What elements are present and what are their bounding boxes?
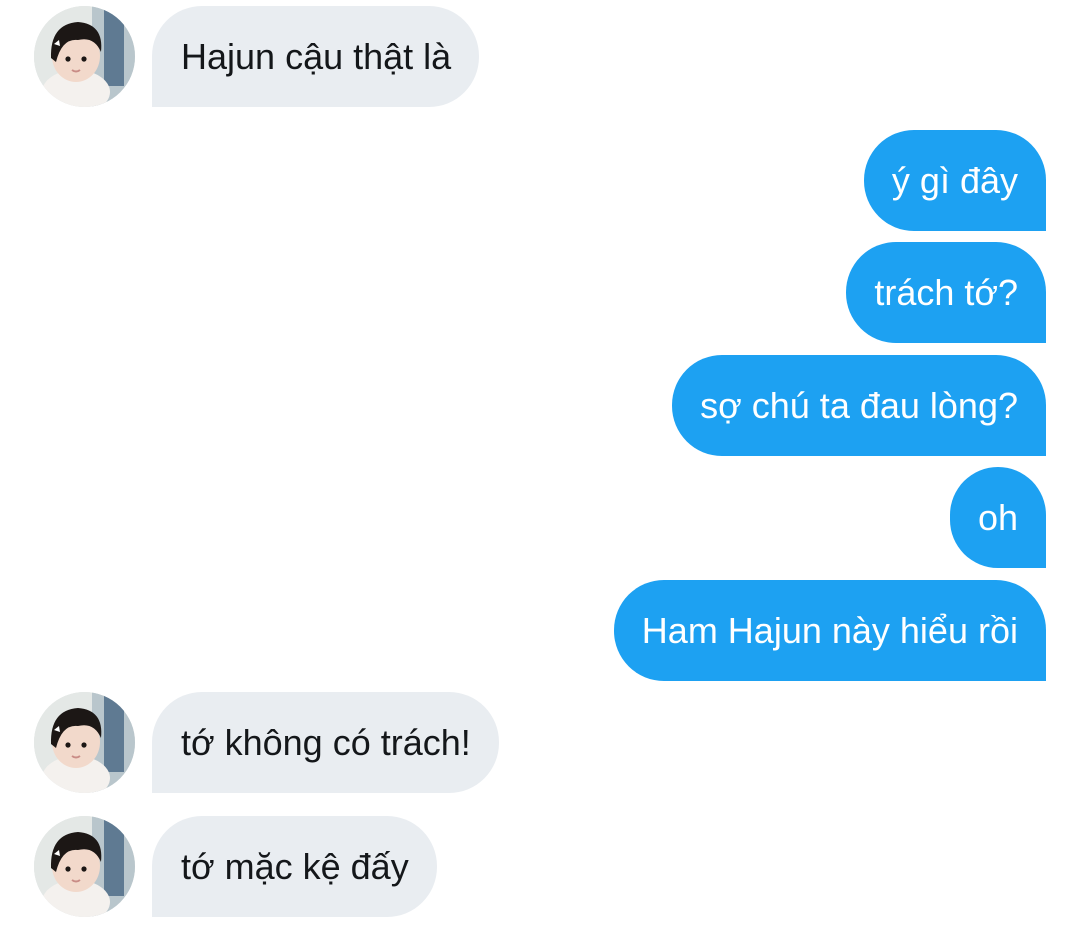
incoming-message[interactable]: tớ không có trách!	[152, 692, 499, 793]
child-photo-avatar-icon	[34, 692, 135, 793]
avatar[interactable]	[34, 6, 135, 107]
message-text: tớ mặc kệ đấy	[181, 845, 409, 887]
outgoing-message[interactable]: oh	[949, 467, 1046, 568]
outgoing-message[interactable]: ý gì đây	[863, 130, 1046, 231]
message-text: trách tớ?	[874, 271, 1018, 313]
outgoing-message[interactable]: trách tớ?	[846, 242, 1046, 343]
message-text: tớ không có trách!	[181, 721, 471, 763]
avatar[interactable]	[34, 692, 135, 793]
outgoing-message[interactable]: Ham Hajun này hiểu rồi	[613, 580, 1046, 681]
chat-thread: Hajun cậu thật là ý gì đây trách tớ? sợ …	[0, 0, 1079, 943]
avatar[interactable]	[34, 816, 135, 917]
incoming-message[interactable]: Hajun cậu thật là	[152, 6, 480, 107]
message-text: ý gì đây	[891, 159, 1018, 201]
message-text: sợ chú ta đau lòng?	[700, 384, 1018, 426]
outgoing-message[interactable]: sợ chú ta đau lòng?	[672, 355, 1046, 456]
message-text: Ham Hajun này hiểu rồi	[641, 609, 1018, 651]
child-photo-avatar-icon	[34, 6, 135, 107]
message-text: Hajun cậu thật là	[181, 35, 452, 77]
child-photo-avatar-icon	[34, 816, 135, 917]
incoming-message[interactable]: tớ mặc kệ đấy	[152, 816, 437, 917]
message-text: oh	[977, 496, 1018, 538]
